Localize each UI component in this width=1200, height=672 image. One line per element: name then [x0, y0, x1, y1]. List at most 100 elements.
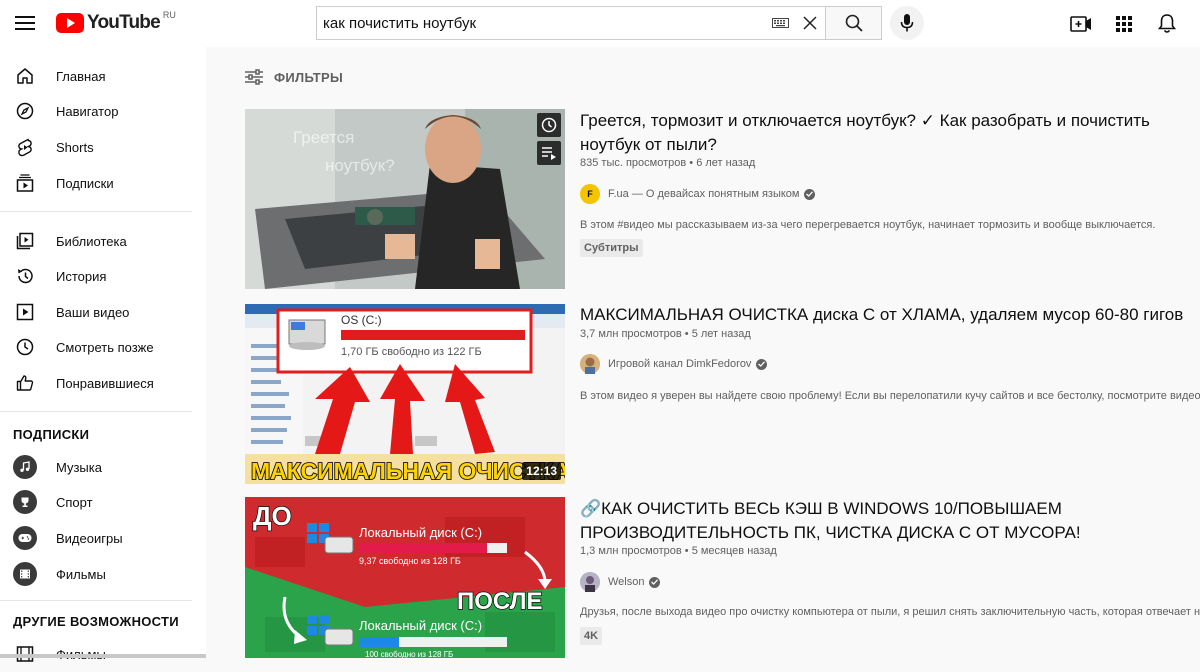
video-thumbnail[interactable]: Греется ноутбук?: [245, 109, 565, 289]
video-thumbnail[interactable]: OS (C:) 1,70 ГБ свободно из 122 ГБ МАКСИ…: [245, 304, 565, 484]
sidebar-item-label: Навигатор: [56, 103, 119, 119]
sidebar-item-label: Ваши видео: [56, 304, 130, 320]
upload-age: 5 лет назад: [691, 328, 751, 340]
gaming-icon: [13, 526, 37, 550]
view-count: 1,3 млн просмотров: [580, 545, 682, 557]
filters-label: ФИЛЬТРЫ: [274, 69, 344, 85]
thumb-before-label: ДО: [253, 501, 292, 531]
sidebar-item-liked[interactable]: Понравившиеся: [0, 365, 206, 401]
upload-age: 6 лет назад: [696, 157, 756, 169]
sidebar-item-watch-later[interactable]: Смотреть позже: [0, 329, 206, 365]
thumb-drive-label: Локальный диск (C:): [359, 618, 482, 633]
shorts-icon: [14, 136, 36, 158]
sidebar-divider: [0, 211, 192, 212]
sidebar-item-label: Видеоигры: [56, 530, 123, 546]
keyboard-icon[interactable]: [765, 8, 795, 38]
thumbnail-image: OS (C:) 1,70 ГБ свободно из 122 ГБ МАКСИ…: [245, 304, 565, 484]
thumb-after-label: ПОСЛЕ: [457, 588, 543, 615]
search-input[interactable]: [317, 7, 765, 39]
sidebar-item-label: Понравившиеся: [56, 375, 154, 391]
video-meta: 835 тыс. просмотров • 6 лет назад: [580, 157, 756, 169]
subtitles-badge: Субтитры: [580, 239, 643, 257]
sidebar-item-explore[interactable]: Навигатор: [0, 93, 206, 129]
sidebar-item-label: Музыка: [56, 459, 102, 475]
sidebar-item-home[interactable]: Главная: [0, 58, 206, 94]
channel-name: F.ua — О девайсах понятным языком: [608, 188, 800, 200]
thumbnail-image: ДО Локальный диск (C:) 9,37 свободно из …: [245, 497, 565, 658]
apps-icon[interactable]: [1112, 12, 1136, 36]
clear-search-icon[interactable]: [795, 8, 825, 38]
thumbnail-image: Греется ноутбук?: [245, 109, 565, 289]
sidebar-item-label: Shorts: [56, 139, 94, 155]
logo-region: RU: [162, 10, 176, 20]
history-icon: [14, 265, 36, 287]
youtube-logo[interactable]: YouTube RU: [56, 10, 176, 34]
thumb-free-space: 1,70 ГБ свободно из 122 ГБ: [341, 346, 482, 358]
your-videos-icon: [14, 301, 36, 323]
video-description: Друзья, после выхода видео про очистку к…: [580, 606, 1200, 618]
view-count: 835 тыс. просмотров: [580, 157, 687, 169]
search-icon: [845, 14, 863, 32]
sidebar-item-your-videos[interactable]: Ваши видео: [0, 294, 206, 330]
video-title-line: ноутбук от пыли?: [580, 135, 717, 154]
music-icon: [13, 455, 37, 479]
video-duration: 12:13: [522, 462, 561, 480]
menu-icon[interactable]: [14, 12, 36, 34]
video-title[interactable]: 🔗КАК ОЧИСТИТЬ ВЕСЬ КЭШ В WINDOWS 10/ПОВЫ…: [580, 497, 1200, 545]
sidebar-horizontal-scrollbar[interactable]: [0, 654, 206, 658]
sidebar-item-library[interactable]: Библиотека: [0, 223, 206, 259]
masthead: YouTube RU: [0, 0, 1200, 47]
sidebar-item-label: Спорт: [56, 494, 93, 510]
create-video-icon[interactable]: [1069, 12, 1093, 36]
channel-avatar: [580, 572, 600, 592]
video-title-line: 🔗КАК ОЧИСТИТЬ ВЕСЬ КЭШ В WINDOWS 10/ПОВЫ…: [580, 499, 1062, 518]
upload-age: 5 месяцев назад: [691, 545, 777, 557]
search-button[interactable]: [825, 6, 882, 40]
video-thumbnail[interactable]: ДО Локальный диск (C:) 9,37 свободно из …: [245, 497, 565, 658]
sidebar-item-label: Главная: [56, 68, 106, 84]
video-description: В этом #видео мы рассказываем из-за чего…: [580, 219, 1156, 231]
quality-badge: 4K: [580, 627, 603, 645]
voice-search-button[interactable]: [890, 6, 924, 40]
channel-link[interactable]: Welson: [580, 572, 661, 592]
logo-text: YouTube: [87, 12, 161, 33]
compass-icon: [14, 100, 36, 122]
channel-avatar: F: [580, 184, 600, 204]
video-title[interactable]: Греется, тормозит и отключается ноутбук?…: [580, 109, 1200, 157]
verified-icon: [756, 358, 768, 370]
watch-later-button[interactable]: [537, 113, 561, 137]
more-features-heading: ДРУГИЕ ВОЗМОЖНОСТИ: [13, 614, 179, 629]
thumb-free-space: 9,37 свободно из 128 ГБ: [359, 556, 461, 566]
add-to-queue-button[interactable]: [537, 141, 561, 165]
thumb-caption: Греется: [293, 128, 354, 147]
video-title-line: ПРОИЗВОДИТЕЛЬНОСТЬ ПК, ЧИСТКА ДИСКА С ОТ…: [580, 523, 1081, 542]
sidebar-item-movies[interactable]: Фильмы: [0, 556, 206, 592]
video-title-line: МАКСИМАЛЬНАЯ ОЧИСТКА диска С от ХЛАМА, у…: [580, 305, 1184, 324]
sidebar-item-music[interactable]: Музыка: [0, 449, 206, 485]
search-box: [316, 6, 826, 40]
sidebar-item-label: Подписки: [56, 175, 114, 191]
filters-button[interactable]: ФИЛЬТРЫ: [244, 69, 343, 85]
queue-icon: [542, 147, 556, 160]
sidebar-item-history[interactable]: История: [0, 258, 206, 294]
thumbs-up-icon: [14, 372, 36, 394]
sidebar-item-subscriptions[interactable]: Подписки: [0, 165, 206, 201]
thumb-drive-label: OS (C:): [341, 313, 382, 327]
channel-avatar: [580, 354, 600, 374]
channel-link[interactable]: F F.ua — О девайсах понятным языком: [580, 184, 816, 204]
filter-icon: [245, 69, 263, 85]
sidebar-item-label: Библиотека: [56, 233, 127, 249]
sidebar-item-shorts[interactable]: Shorts: [0, 129, 206, 165]
thumb-drive-label: Локальный диск (C:): [359, 525, 482, 540]
video-title[interactable]: МАКСИМАЛЬНАЯ ОЧИСТКА диска С от ХЛАМА, у…: [580, 303, 1200, 327]
channel-link[interactable]: Игровой канал DimkFedorov: [580, 354, 768, 374]
sidebar-item-sport[interactable]: Спорт: [0, 484, 206, 520]
channel-name: Welson: [608, 576, 645, 588]
sidebar-divider: [0, 411, 192, 412]
home-icon: [14, 65, 36, 87]
notifications-bell-icon[interactable]: [1155, 12, 1179, 36]
microphone-icon: [900, 14, 914, 32]
sidebar-item-gaming[interactable]: Видеоигры: [0, 520, 206, 556]
thumb-free-space: 100 свободно из 128 ГБ: [365, 650, 453, 658]
subscriptions-icon: [14, 172, 36, 194]
